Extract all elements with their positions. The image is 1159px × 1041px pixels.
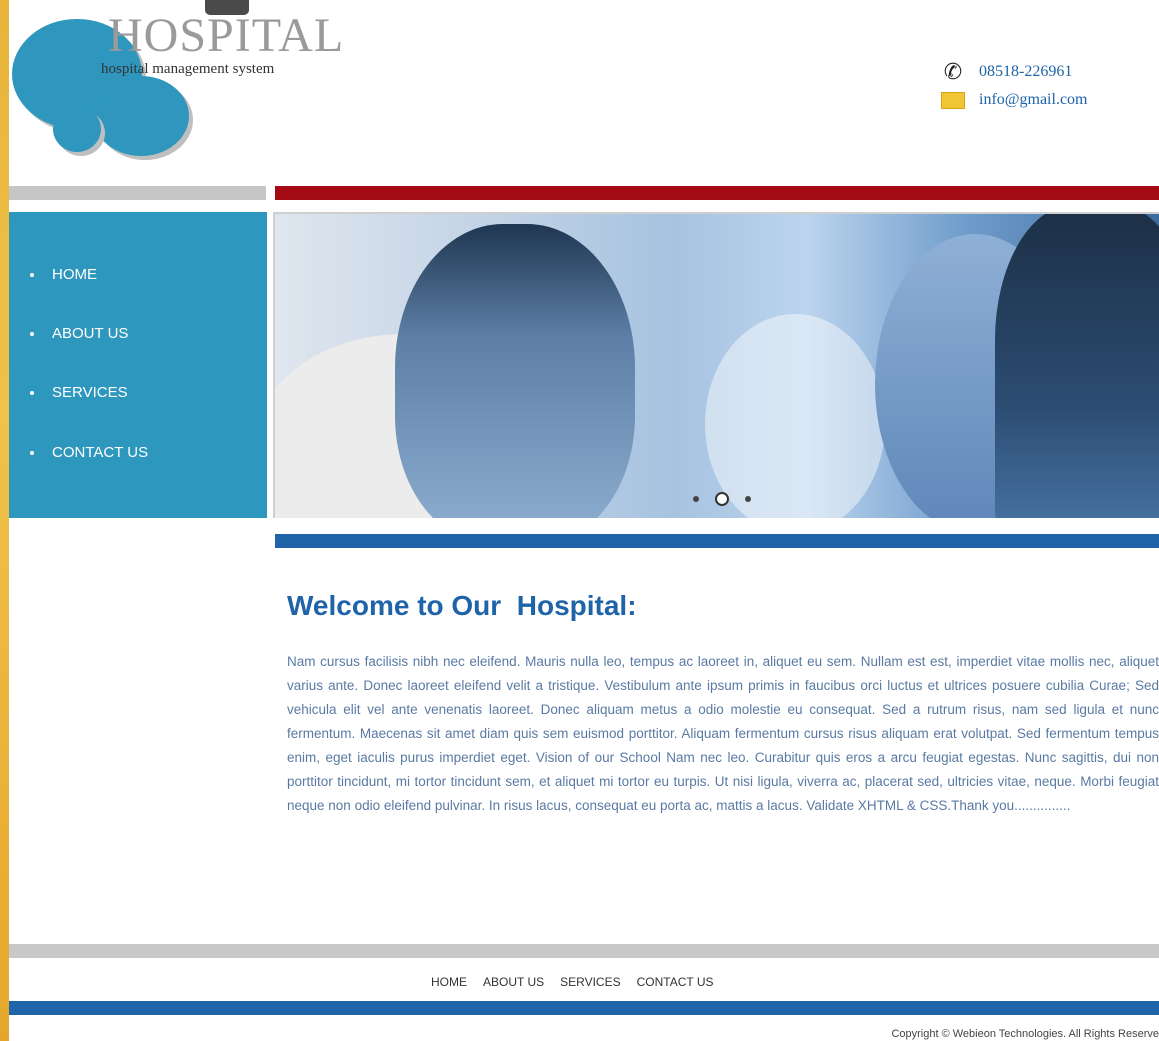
phone-row: ✆ 08518-226961 (941, 58, 1088, 86)
bullet-icon (30, 391, 34, 395)
sidebar-item-label: HOME (52, 266, 97, 283)
footer-link-about-us[interactable]: ABOUT US (483, 975, 544, 989)
hero-patient-hair (995, 214, 1159, 518)
phone-icon: ✆ (943, 59, 963, 84)
content-blue-bar (275, 534, 1159, 548)
welcome-heading: Welcome to Our Hospital: (287, 590, 637, 621)
sidebar-item-label: SERVICES (52, 384, 128, 401)
footer-blue-bar (9, 1001, 1159, 1015)
footer-gray-bar (9, 944, 1159, 958)
sidebar-item-about-us[interactable]: ABOUT US (30, 324, 128, 344)
sidebar-item-label: CONTACT US (52, 444, 149, 461)
sidebar-item-contact-us[interactable]: CONTACT US (30, 443, 148, 463)
footer-link-services[interactable]: SERVICES (560, 975, 620, 989)
header-gray-bar (9, 186, 266, 200)
welcome-paragraph: Nam cursus facilisis nibh nec eleifend. … (287, 654, 1159, 813)
sidebar-item-services[interactable]: SERVICES (30, 383, 128, 403)
logo-subtitle: hospital management system (101, 61, 275, 77)
phone-number: 08518-226961 (979, 63, 1073, 80)
slider-dot-2-active[interactable] (715, 492, 729, 506)
logo-blob-small (53, 106, 101, 152)
bullet-icon (30, 451, 34, 455)
logo-blob-medium (93, 76, 189, 156)
footer-nav: HOME ABOUT US SERVICES CONTACT US (423, 975, 722, 989)
hero-background-glow (705, 314, 885, 518)
hero-slider-image (273, 212, 1159, 518)
contact-info: ✆ 08518-226961 info@gmail.com (941, 58, 1088, 114)
sidebar-nav: HOME ABOUT US SERVICES CONTACT US (9, 212, 267, 518)
copyright-text: Copyright © Webieon Technologies. All Ri… (891, 1028, 1159, 1040)
bullet-icon (30, 332, 34, 336)
footer-link-home[interactable]: HOME (431, 975, 467, 989)
sidebar-item-label: ABOUT US (52, 325, 129, 342)
slider-pagination (685, 492, 759, 506)
email-address[interactable]: info@gmail.com (979, 91, 1088, 109)
sidebar-item-home[interactable]: HOME (30, 265, 97, 285)
slider-dot-1[interactable] (693, 496, 699, 502)
email-row: info@gmail.com (941, 86, 1088, 114)
logo-title[interactable]: HOSPITAL (108, 10, 344, 62)
footer-link-contact-us[interactable]: CONTACT US (637, 975, 714, 989)
hero-doctor (395, 224, 635, 518)
header-red-bar (275, 186, 1159, 200)
mail-icon (941, 90, 965, 110)
website-page: HOSPITAL hospital management system ✆ 08… (9, 0, 1159, 1041)
bullet-icon (30, 273, 34, 277)
slider-dot-3[interactable] (745, 496, 751, 502)
